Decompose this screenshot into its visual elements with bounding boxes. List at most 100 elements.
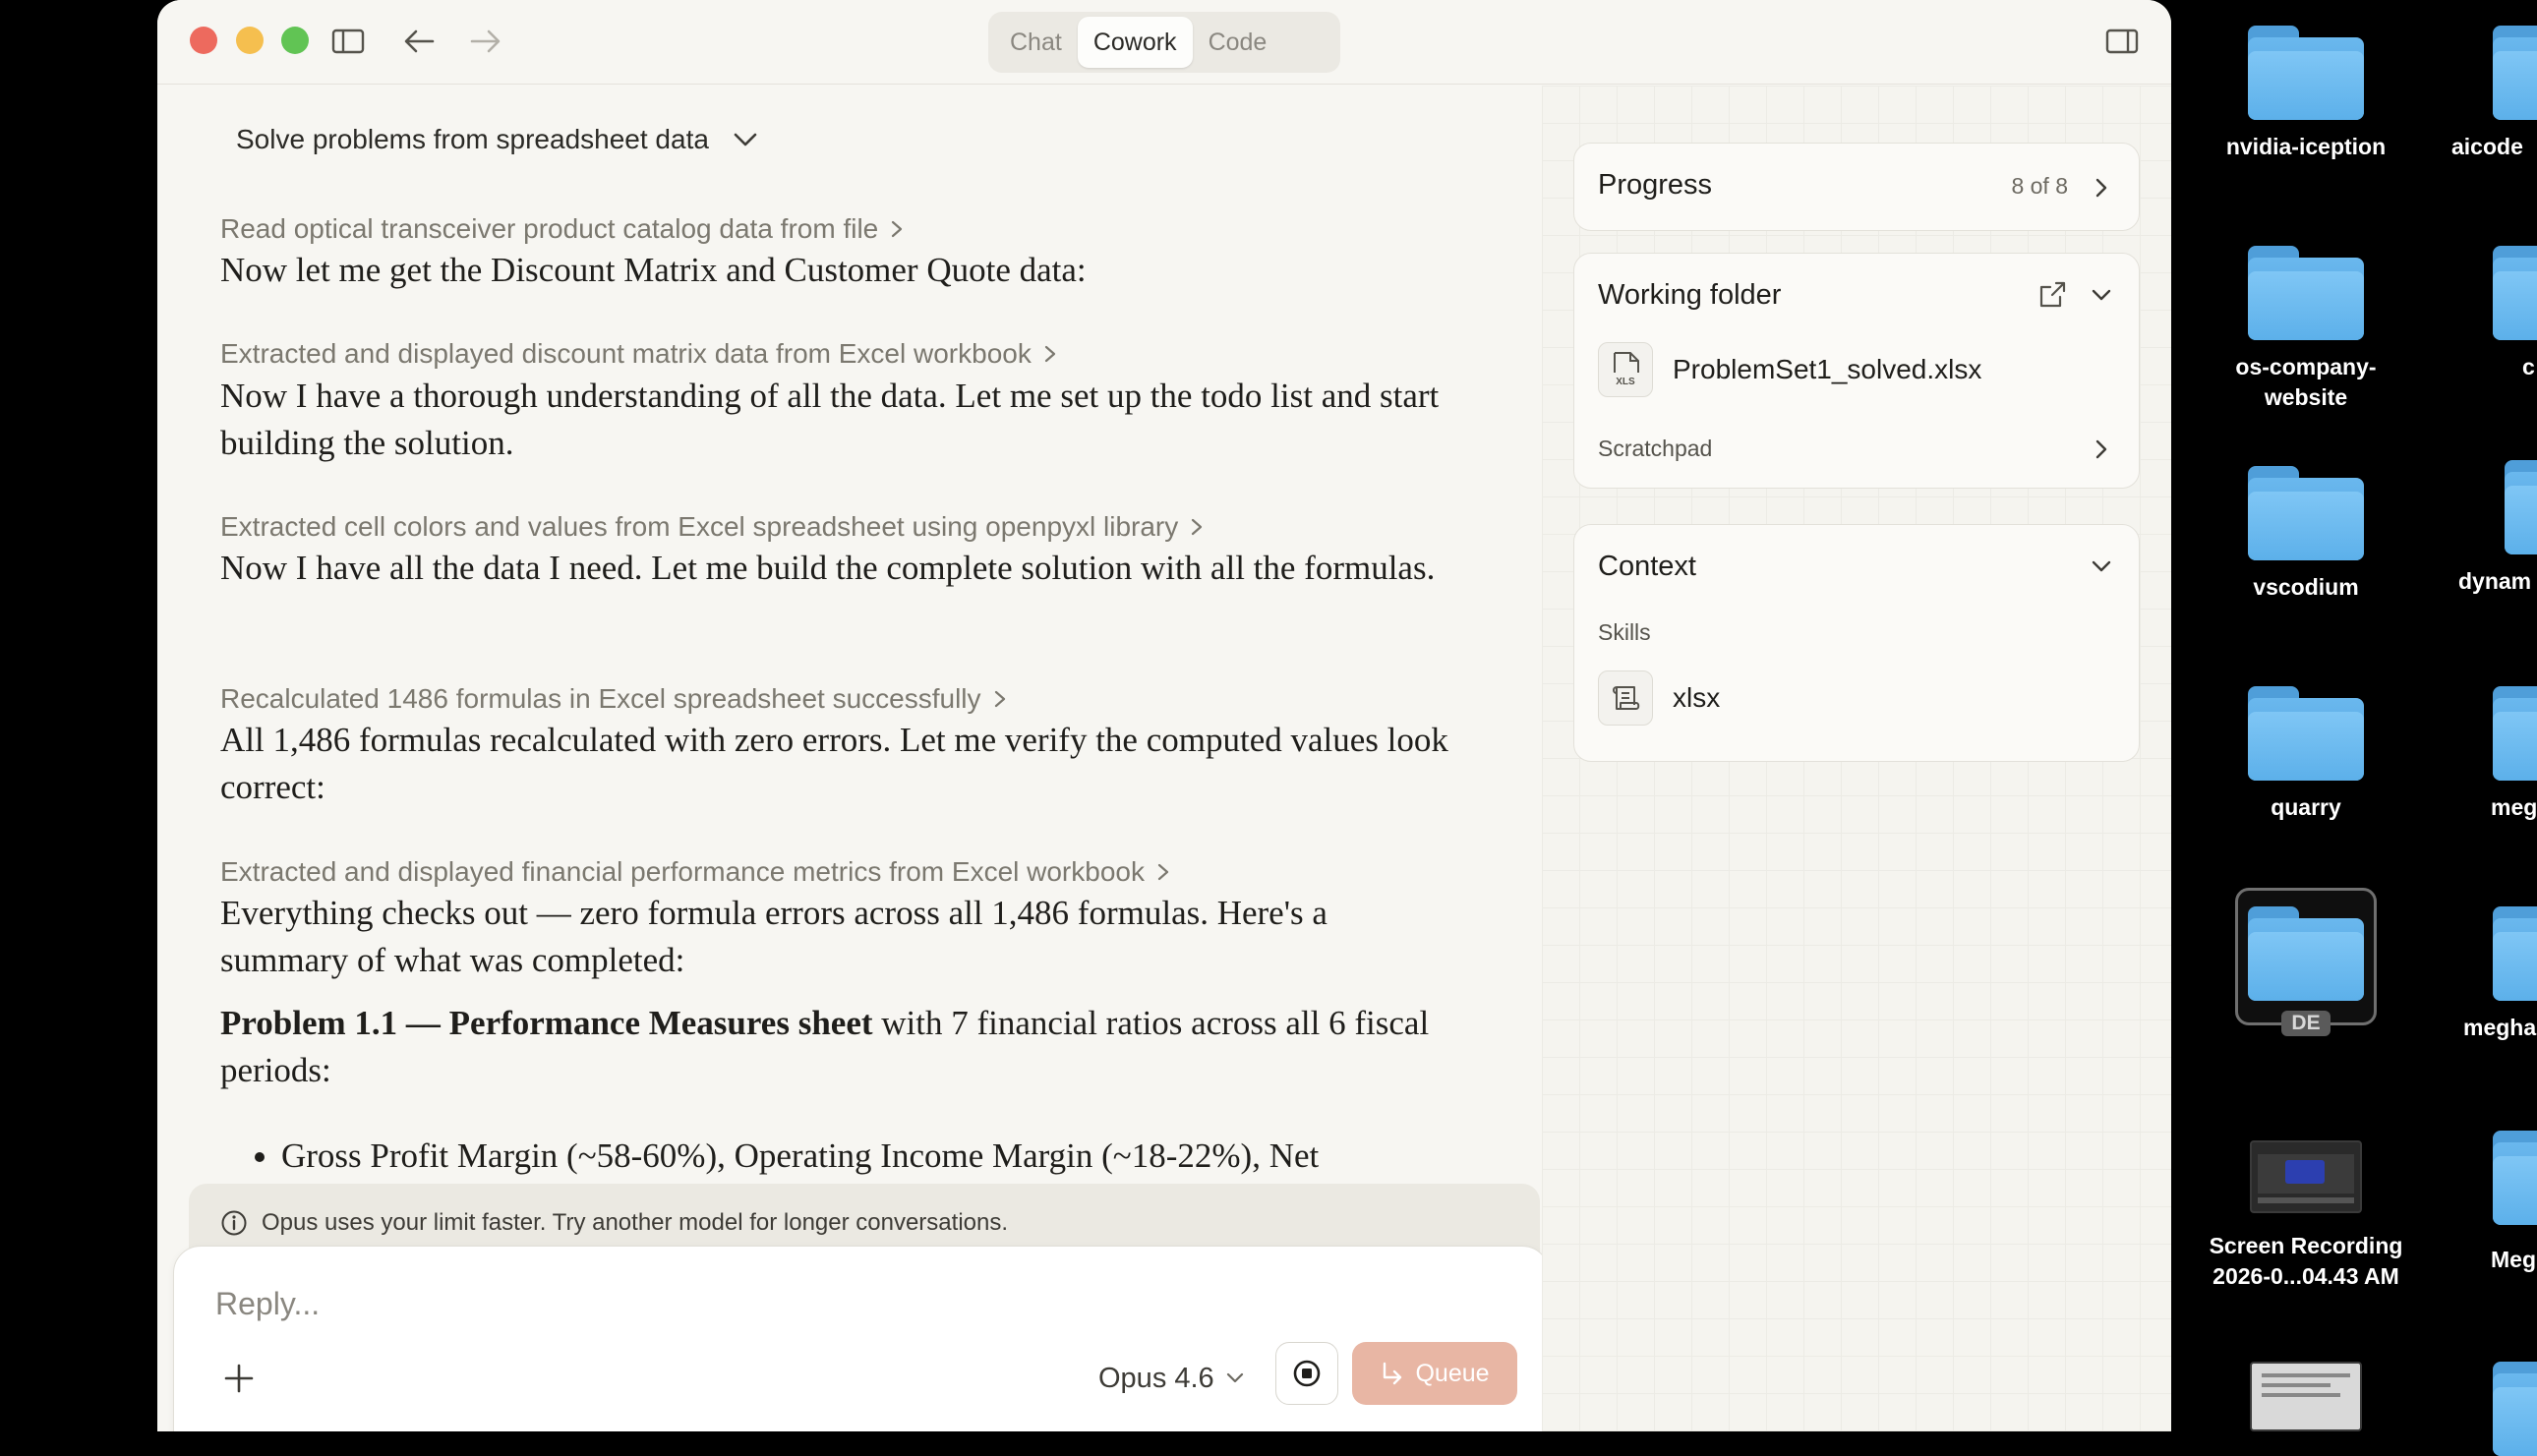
folder-icon — [2248, 26, 2364, 120]
desktop-video-file[interactable]: Screen Recording 2026-0...04.43 AM — [2188, 1140, 2424, 1292]
desktop-folder[interactable]: quarry — [2188, 686, 2424, 823]
attach-button[interactable] — [217, 1357, 261, 1400]
desktop-document-file[interactable] — [2188, 1362, 2424, 1431]
tool-step[interactable]: Extracted and displayed discount matrix … — [220, 332, 1057, 376]
document-thumbnail-icon — [2250, 1362, 2362, 1431]
context-card: Context Skills xlsx — [1573, 524, 2140, 762]
progress-title: Progress — [1598, 169, 1713, 201]
tool-step-label: Extracted and displayed financial perfor… — [220, 856, 1145, 887]
queue-label: Queue — [1415, 1359, 1490, 1387]
assistant-message-problem: Problem 1.1 — Performance Measures sheet… — [220, 1000, 1449, 1094]
video-thumbnail-icon — [2250, 1140, 2362, 1213]
back-arrow-icon[interactable] — [399, 22, 439, 61]
progress-count: 8 of 8 — [2011, 173, 2068, 199]
folder-icon — [2248, 686, 2364, 781]
tab-chat[interactable]: Chat — [994, 17, 1078, 68]
tool-step[interactable]: Recalculated 1486 formulas in Excel spre… — [220, 677, 1007, 721]
folder-icon — [2493, 246, 2537, 340]
assistant-message: Now I have a thorough understanding of a… — [220, 377, 1440, 462]
desktop-folder[interactable]: aicode — [2424, 26, 2537, 162]
chevron-down-icon[interactable] — [2084, 549, 2119, 584]
chevron-right-icon — [1044, 345, 1055, 363]
desktop-folder[interactable]: megha — [2424, 906, 2537, 1043]
close-window-button[interactable] — [190, 27, 217, 54]
model-selector[interactable]: Opus 4.6 — [1098, 1355, 1244, 1402]
tool-step[interactable]: Read optical transceiver product catalog… — [220, 207, 904, 251]
assistant-message: All 1,486 formulas recalculated with zer… — [220, 721, 1448, 806]
desktop-item-label: DE — [2281, 1011, 2330, 1036]
folder-icon — [2493, 686, 2537, 781]
tool-step-label: Recalculated 1486 formulas in Excel spre… — [220, 683, 981, 714]
conversation-title-menu[interactable]: Solve problems from spreadsheet data — [236, 115, 758, 164]
desktop-item-label: quarry — [2271, 794, 2341, 820]
desktop-folder-selected[interactable]: DE — [2188, 906, 2424, 1036]
file-item[interactable]: XLS ProblemSet1_solved.xlsx — [1598, 342, 1981, 397]
chevron-down-icon[interactable] — [2084, 277, 2119, 313]
sidebar-toggle-icon[interactable] — [328, 22, 368, 61]
plus-icon — [224, 1364, 254, 1393]
desktop-folder[interactable]: meg — [2424, 686, 2537, 823]
desktop-item-label: c — [2522, 354, 2535, 379]
problem-heading: Problem 1.1 — Performance Measures sheet — [220, 1004, 873, 1042]
forward-arrow-icon[interactable] — [466, 22, 505, 61]
scratchpad-label[interactable]: Scratchpad — [1598, 436, 1712, 462]
assistant-message: Now I have all the data I need. Let me b… — [220, 549, 1436, 587]
svg-text:XLS: XLS — [1616, 377, 1635, 387]
progress-card[interactable]: Progress 8 of 8 — [1573, 143, 2140, 231]
folder-icon — [2248, 466, 2364, 560]
tool-step-label: Extracted and displayed discount matrix … — [220, 338, 1032, 369]
tab-code[interactable]: Code — [1193, 17, 1283, 68]
chevron-down-icon — [734, 133, 757, 146]
list-item: Gross Profit Margin (~58-60%), Operating… — [281, 1133, 1449, 1180]
mode-switcher: Chat Cowork Code — [988, 12, 1340, 73]
queue-button[interactable]: Queue — [1352, 1342, 1517, 1405]
summary-bullets: Gross Profit Margin (~58-60%), Operating… — [220, 1133, 1449, 1180]
chevron-right-icon — [2084, 170, 2119, 205]
desktop-item-label: megha — [2463, 1015, 2537, 1040]
enter-arrow-icon — [1384, 1362, 1402, 1385]
app-window: Chat Cowork Code Solve problems from spr… — [157, 0, 2171, 1431]
spreadsheet-file-icon: XLS — [1598, 342, 1653, 397]
desktop-item-label: os-company- website — [2235, 354, 2377, 410]
tool-step-label: Extracted cell colors and values from Ex… — [220, 511, 1179, 542]
desktop-item-label: nvidia-iception — [2225, 134, 2387, 159]
zoom-window-button[interactable] — [281, 27, 309, 54]
stop-icon — [1293, 1360, 1321, 1387]
conversation-title: Solve problems from spreadsheet data — [236, 124, 709, 154]
message-list[interactable]: Read optical transceiver product catalog… — [220, 194, 1459, 1182]
desktop-folder[interactable]: c — [2424, 246, 2537, 382]
tab-cowork[interactable]: Cowork — [1077, 17, 1193, 68]
skill-item[interactable]: xlsx — [1598, 670, 1720, 726]
file-name: ProblemSet1_solved.xlsx — [1673, 354, 1982, 384]
chevron-right-icon — [1157, 863, 1169, 881]
reply-input[interactable] — [213, 1280, 1098, 1327]
desktop-folder[interactable] — [2424, 1362, 2537, 1456]
working-folder-card: Working folder XLS ProblemSet1_solved.xl… — [1573, 253, 2140, 489]
folder-icon — [2505, 460, 2537, 554]
folder-icon — [2493, 1362, 2537, 1456]
desktop-item-label: vscodium — [2253, 574, 2359, 600]
tool-step[interactable]: Extracted and displayed financial perfor… — [220, 850, 1170, 894]
folder-icon — [2493, 906, 2537, 1001]
folder-icon — [2248, 246, 2364, 340]
tool-step[interactable]: Extracted cell colors and values from Ex… — [220, 505, 1204, 549]
conversation-pane: Solve problems from spreadsheet data Rea… — [157, 86, 1550, 1431]
minimize-window-button[interactable] — [236, 27, 264, 54]
open-external-icon[interactable] — [2035, 277, 2070, 313]
desktop-folder[interactable]: Meg — [2424, 1131, 2537, 1275]
right-panel-toggle-icon[interactable] — [2102, 22, 2142, 61]
desktop-folder[interactable]: os-company- website — [2188, 246, 2424, 413]
desktop-item-label: dynam — [2458, 568, 2532, 594]
stop-button[interactable] — [1275, 1342, 1338, 1405]
chevron-right-icon — [892, 220, 903, 238]
chevron-down-icon — [1226, 1372, 1243, 1383]
desktop-folder[interactable]: vscodium — [2188, 466, 2424, 603]
desktop-item-label: aicode — [2451, 134, 2523, 159]
assistant-message: Everything checks out — zero formula err… — [220, 894, 1328, 979]
side-panel: Progress 8 of 8 Working folder XLS Probl… — [1542, 86, 2171, 1431]
chevron-right-icon — [1192, 518, 1203, 536]
chevron-right-icon[interactable] — [2084, 432, 2119, 467]
assistant-message: Now let me get the Discount Matrix and C… — [220, 251, 1087, 289]
desktop-folder[interactable]: nvidia-iception — [2188, 26, 2424, 162]
desktop-folder[interactable]: dynam — [2424, 460, 2537, 597]
